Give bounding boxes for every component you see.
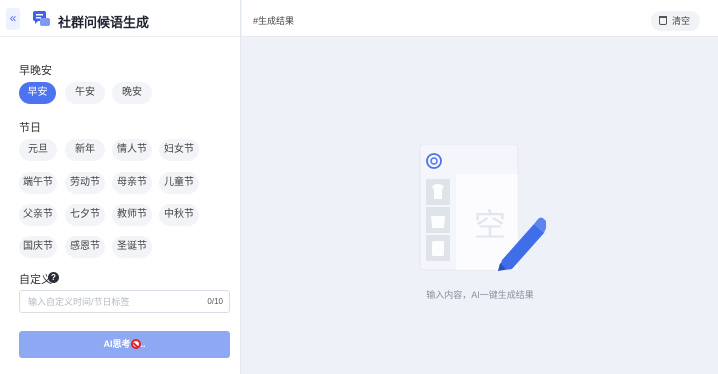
bag-icon bbox=[431, 216, 445, 228]
chip-festival-12[interactable]: 国庆节 bbox=[19, 236, 57, 258]
greeting-section-label: 早晚安 bbox=[19, 65, 52, 77]
custom-label-field: 0/10 bbox=[19, 290, 230, 313]
empty-state-illustration: 空 bbox=[419, 144, 546, 271]
not-allowed-icon bbox=[130, 339, 141, 349]
empty-char: 空 bbox=[474, 206, 506, 244]
app-title: 社群问候语生成 bbox=[58, 15, 150, 30]
chip-festival-6[interactable]: 母亲节 bbox=[112, 172, 152, 194]
chip-festival-11[interactable]: 中秋节 bbox=[159, 204, 199, 226]
collapse-sidebar-button[interactable]: « bbox=[6, 8, 20, 30]
chip-greeting-1[interactable]: 午安 bbox=[65, 82, 105, 104]
trash-icon bbox=[658, 16, 667, 25]
chip-festival-2[interactable]: 情人节 bbox=[112, 139, 152, 161]
empty-state-hint: 输入内容，AI一键生成结果 bbox=[426, 290, 534, 300]
bottle-icon bbox=[432, 241, 444, 256]
main-header: #生成结果 清空 bbox=[242, 0, 718, 37]
tab-results[interactable]: #生成结果 bbox=[253, 14, 294, 27]
chip-greeting-0[interactable]: 早安 bbox=[19, 82, 56, 104]
char-counter: 0/10 bbox=[207, 297, 223, 306]
chip-greeting-2[interactable]: 晚安 bbox=[112, 82, 152, 104]
chip-festival-0[interactable]: 元旦 bbox=[19, 139, 57, 161]
custom-label-input[interactable] bbox=[28, 294, 198, 310]
chat-bubble-icon bbox=[33, 11, 50, 26]
chip-festival-14[interactable]: 圣诞节 bbox=[112, 236, 152, 258]
chip-festival-5[interactable]: 劳动节 bbox=[65, 172, 105, 194]
sidebar-header: « 社群问候语生成 bbox=[0, 0, 240, 37]
chip-festival-13[interactable]: 感恩节 bbox=[65, 236, 105, 258]
clear-button[interactable]: 清空 bbox=[650, 11, 700, 31]
generate-button-label: AI思考 bbox=[103, 339, 131, 349]
generate-button[interactable]: AI思考.. bbox=[19, 331, 230, 358]
chip-festival-3[interactable]: 妇女节 bbox=[159, 139, 199, 161]
chip-festival-10[interactable]: 教师节 bbox=[112, 204, 152, 226]
sidebar: « 社群问候语生成 早晚安 早安 午安 晚安 节日 元旦 新年 情人节 妇女节 … bbox=[0, 0, 241, 374]
help-icon[interactable]: ? bbox=[48, 272, 59, 283]
custom-section-label: 自定义 bbox=[19, 274, 52, 286]
chip-festival-7[interactable]: 儿童节 bbox=[159, 172, 199, 194]
chip-festival-4[interactable]: 端午节 bbox=[19, 172, 57, 194]
chip-festival-8[interactable]: 父亲节 bbox=[19, 204, 57, 226]
chip-festival-9[interactable]: 七夕节 bbox=[65, 204, 105, 226]
chip-festival-1[interactable]: 新年 bbox=[65, 139, 105, 161]
festival-section-label: 节日 bbox=[19, 122, 41, 134]
clear-button-label: 清空 bbox=[671, 16, 690, 26]
